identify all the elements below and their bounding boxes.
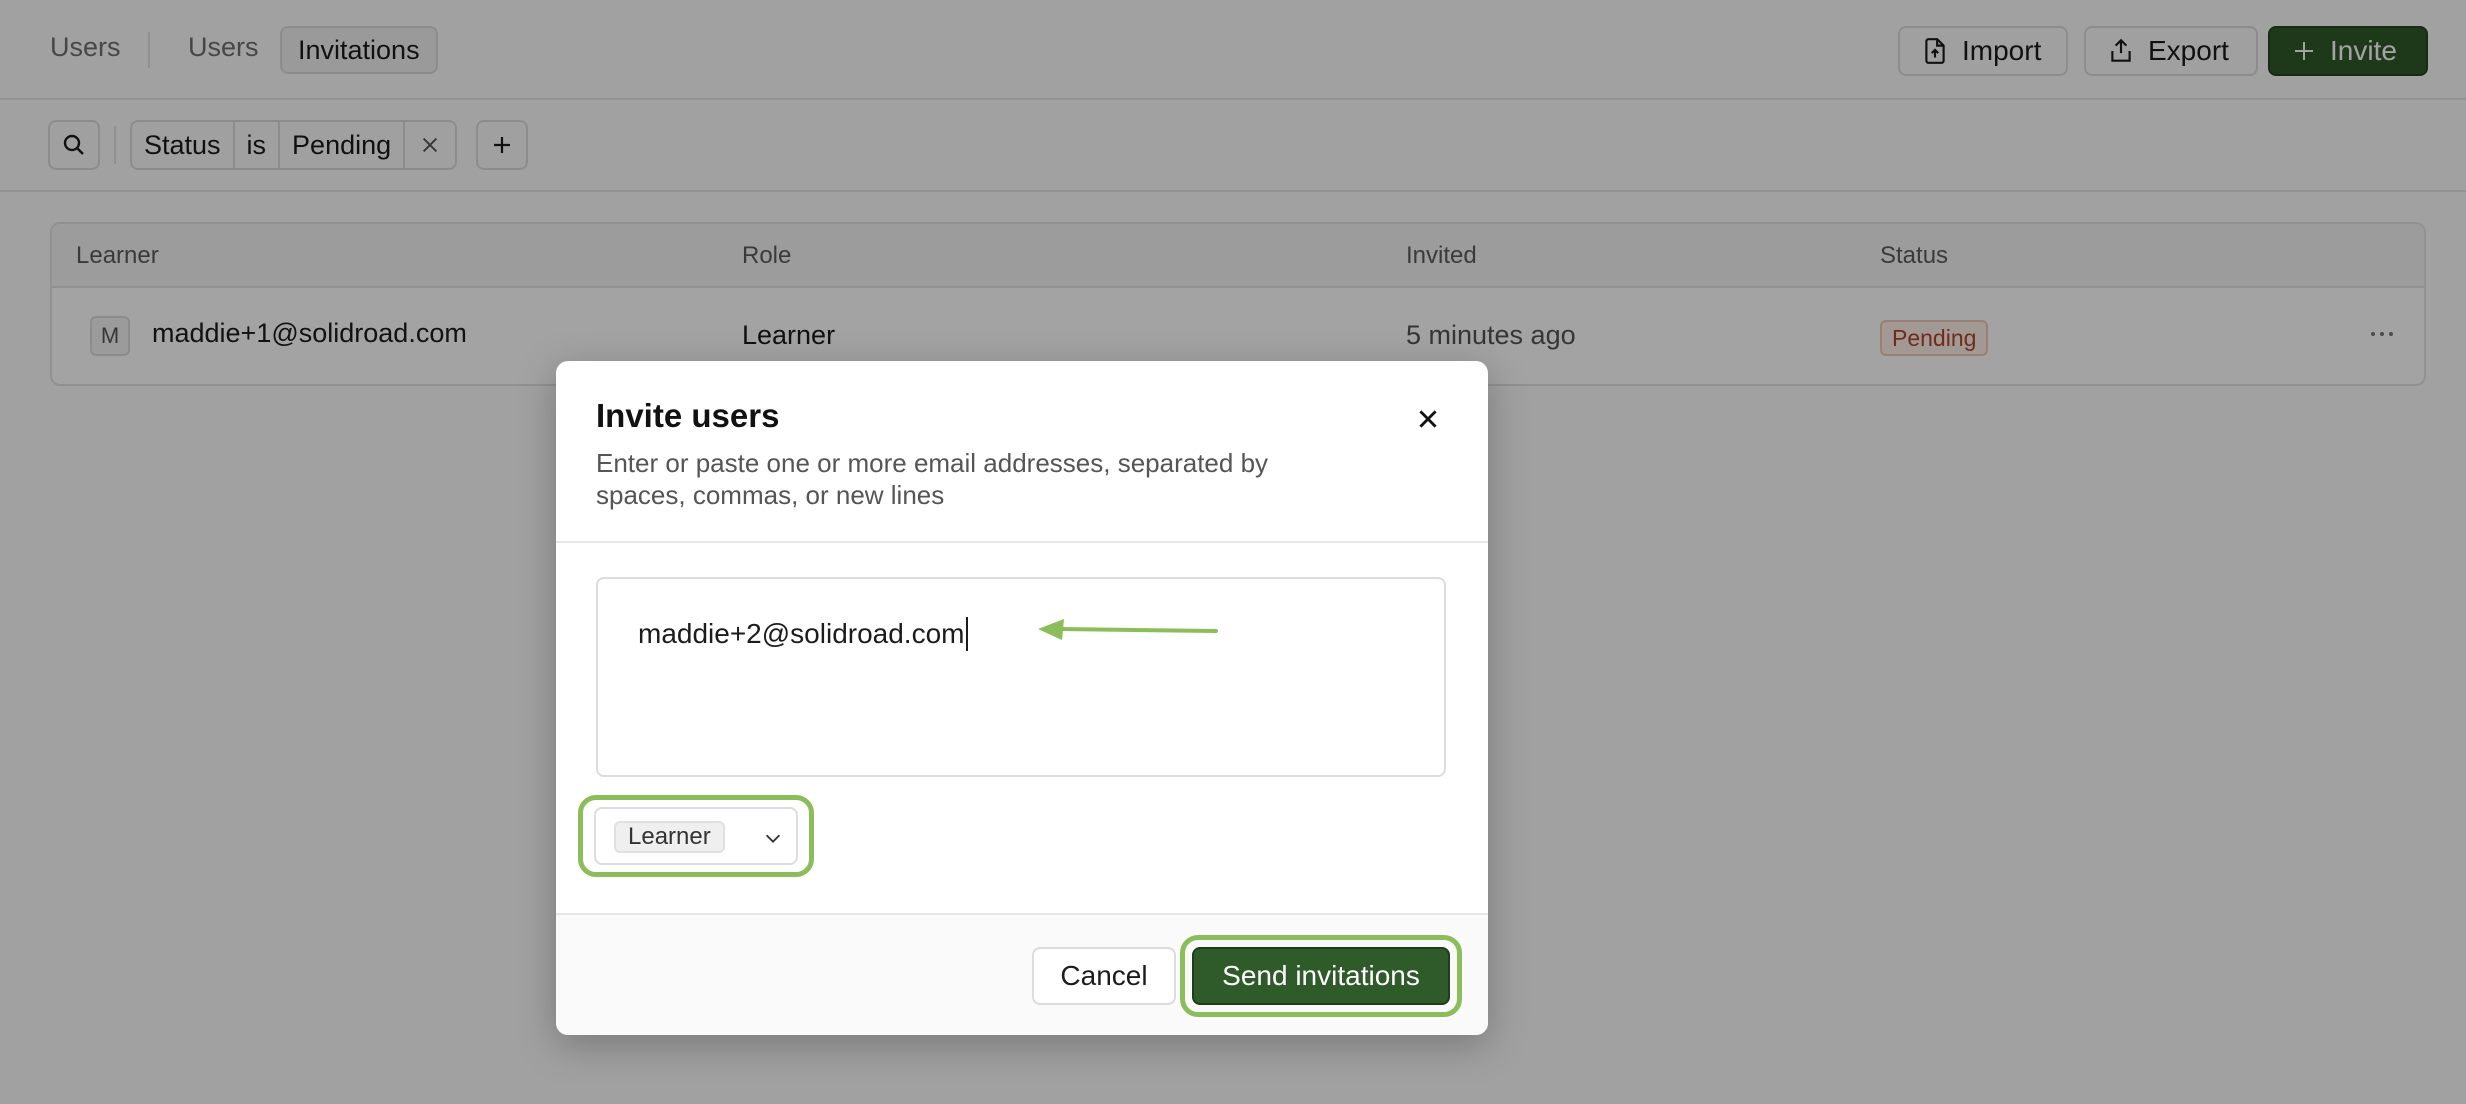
role-select[interactable]: Learner	[594, 807, 798, 865]
invite-users-dialog: Invite users Enter or paste one or more …	[556, 361, 1488, 1035]
chevron-down-icon	[765, 834, 781, 843]
dialog-close-button[interactable]	[1406, 397, 1450, 441]
dialog-divider	[556, 541, 1488, 543]
app-background: Users Users Invitations Import Export In…	[0, 0, 2466, 1104]
email-input-value: maddie+2@solidroad.com	[638, 617, 969, 651]
dialog-description: Enter or paste one or more email address…	[596, 448, 1269, 510]
close-icon	[1419, 410, 1437, 428]
arrow-left-icon	[1038, 619, 1218, 640]
email-textarea[interactable]: maddie+2@solidroad.com	[596, 577, 1446, 777]
dialog-title: Invite users	[596, 397, 780, 434]
role-tag: Learner	[614, 821, 725, 853]
dialog-footer: Cancel Send invitations	[556, 913, 1488, 1035]
send-invitations-button[interactable]: Send invitations	[1192, 947, 1450, 1005]
cancel-button[interactable]: Cancel	[1032, 947, 1176, 1005]
